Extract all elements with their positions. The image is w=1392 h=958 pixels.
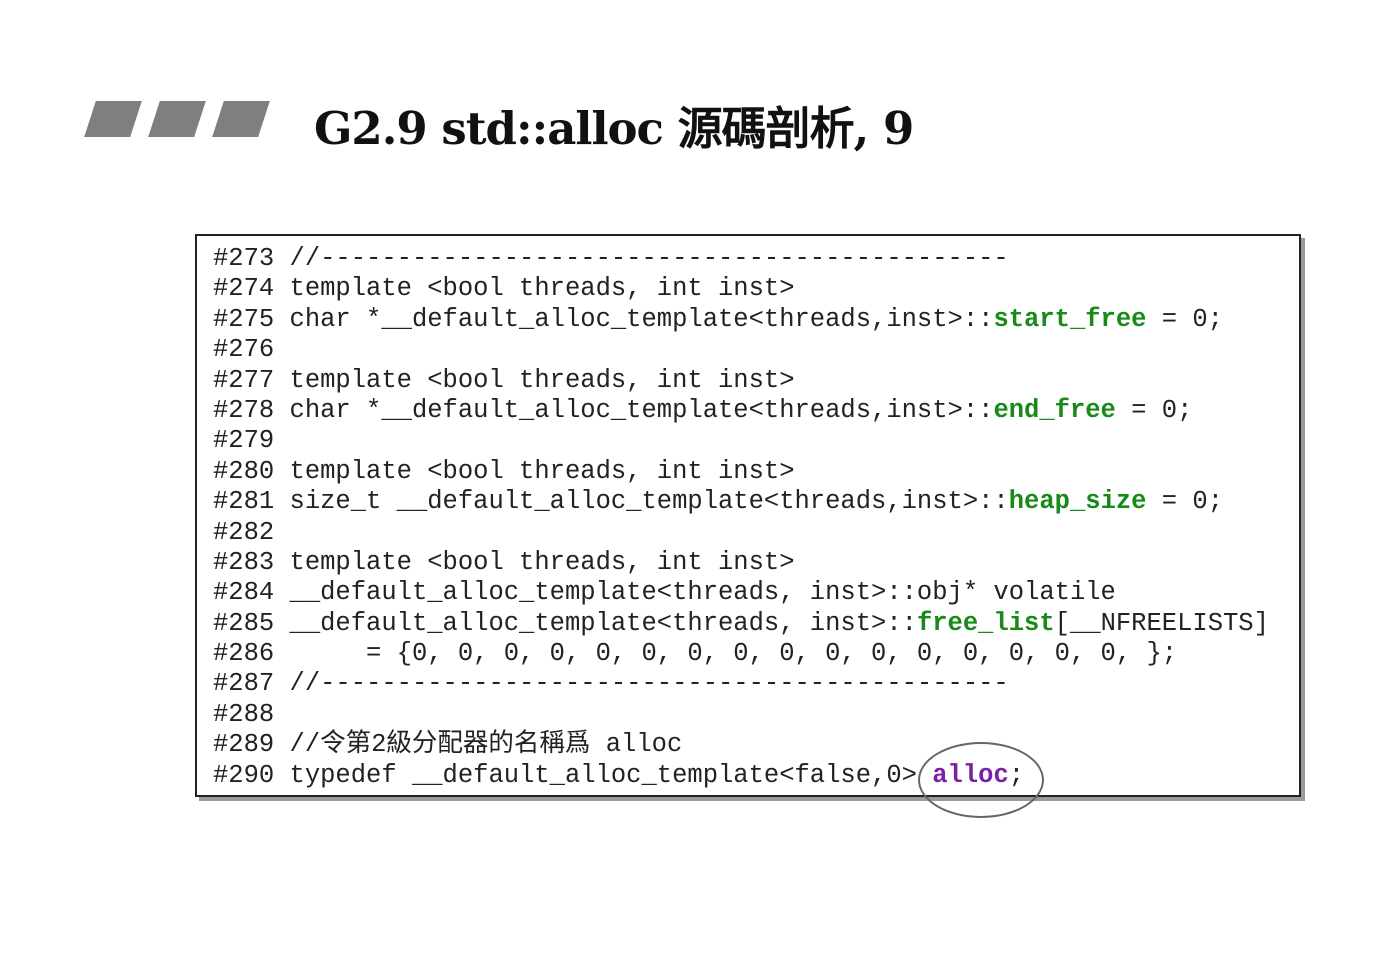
code-text: = 0; — [1146, 304, 1223, 334]
line-number: #279 — [213, 426, 275, 456]
code-text: __default_alloc_template<threads, inst>:… — [274, 608, 917, 638]
code-text: //--------------------------------------… — [274, 244, 1009, 273]
line-number: #281 — [213, 487, 275, 517]
code-line: #273 //---------------------------------… — [213, 244, 1269, 274]
code-line: #288 — [213, 700, 1269, 730]
code-line: #286 = {0, 0, 0, 0, 0, 0, 0, 0, 0, 0, 0,… — [213, 639, 1269, 669]
highlighted-identifier: alloc — [932, 760, 1009, 790]
line-number: #274 — [213, 274, 275, 304]
code-listing: #273 //---------------------------------… — [195, 234, 1301, 797]
code-text: size_t __default_alloc_template<threads,… — [274, 487, 1009, 517]
line-number: #288 — [213, 699, 275, 729]
code-text: typedef __default_alloc_template<false,0… — [274, 760, 933, 790]
code-line: #279 — [213, 426, 1269, 456]
line-number: #284 — [213, 578, 275, 608]
line-number: #287 — [213, 669, 275, 699]
code-line: #287 //---------------------------------… — [213, 669, 1269, 699]
code-text: template <bool threads, int inst> — [274, 365, 795, 395]
line-number: #275 — [213, 304, 275, 334]
code-line: #274 template <bool threads, int inst> — [213, 274, 1269, 304]
line-number: #280 — [213, 456, 275, 486]
code-text: [__NFREELISTS] — [1054, 608, 1269, 638]
code-block: #273 //---------------------------------… — [213, 244, 1269, 791]
line-number: #290 — [213, 760, 275, 790]
title-decoration — [84, 101, 270, 137]
code-line: #281 size_t __default_alloc_template<thr… — [213, 487, 1269, 517]
code-line: #276 — [213, 335, 1269, 365]
code-line: #275 char *__default_alloc_template<thre… — [213, 305, 1269, 335]
highlighted-identifier: free_list — [916, 608, 1055, 638]
code-line: #280 template <bool threads, int inst> — [213, 457, 1269, 487]
decorative-bar — [84, 101, 142, 137]
line-number: #286 — [213, 639, 275, 669]
decorative-bar — [148, 101, 206, 137]
code-text: = {0, 0, 0, 0, 0, 0, 0, 0, 0, 0, 0, 0, 0… — [274, 639, 1178, 669]
code-text: template <bool threads, int inst> — [274, 274, 795, 304]
code-line: #278 char *__default_alloc_template<thre… — [213, 396, 1269, 426]
code-text: template <bool threads, int inst> — [274, 547, 795, 577]
code-text: //令第2級分配器的名稱爲 alloc — [274, 730, 683, 760]
code-text: = 0; — [1146, 487, 1223, 517]
code-text: ; — [1008, 760, 1025, 790]
line-number: #276 — [213, 335, 275, 365]
code-line: #290 typedef __default_alloc_template<fa… — [213, 761, 1269, 791]
line-number: #277 — [213, 365, 275, 395]
code-line: #277 template <bool threads, int inst> — [213, 366, 1269, 396]
code-line: #289 //令第2級分配器的名稱爲 alloc — [213, 730, 1269, 760]
code-text: __default_alloc_template<threads, inst>:… — [274, 578, 1116, 608]
code-text: template <bool threads, int inst> — [274, 456, 795, 486]
slide-title: G2.9 std::alloc 源碼剖析, 9 — [314, 102, 914, 155]
highlighted-identifier: end_free — [993, 395, 1116, 425]
highlighted-identifier: start_free — [993, 304, 1147, 334]
code-text: char *__default_alloc_template<threads,i… — [274, 304, 994, 334]
highlighted-identifier: heap_size — [1008, 487, 1147, 517]
code-line: #283 template <bool threads, int inst> — [213, 548, 1269, 578]
code-text: = 0; — [1115, 395, 1193, 425]
line-number: #273 — [213, 244, 275, 273]
line-number: #285 — [213, 608, 275, 638]
line-number: #278 — [213, 395, 275, 425]
line-number: #289 — [213, 730, 275, 760]
code-text: //--------------------------------------… — [274, 669, 1009, 699]
line-number: #283 — [213, 547, 275, 577]
code-line: #285 __default_alloc_template<threads, i… — [213, 609, 1269, 639]
code-text: char *__default_alloc_template<threads,i… — [274, 395, 994, 425]
line-number: #282 — [213, 517, 275, 547]
decorative-bar — [212, 101, 270, 137]
code-line: #282 — [213, 518, 1269, 548]
code-line: #284 __default_alloc_template<threads, i… — [213, 578, 1269, 608]
